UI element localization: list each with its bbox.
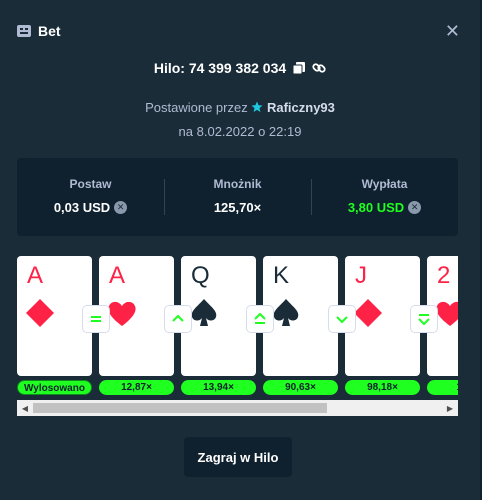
card-multiplier-badge: Wylosowano xyxy=(17,380,92,395)
card-multiplier-badge: 110 xyxy=(427,380,458,395)
ticket-icon xyxy=(17,25,31,37)
stat-bet-value: 0,03 USD ✕ xyxy=(53,200,128,215)
playing-card: Q xyxy=(181,256,256,376)
bet-id: Hilo: 74 399 382 034 xyxy=(153,60,287,76)
star-icon xyxy=(251,101,263,112)
modal-header: Bet ✕ xyxy=(16,20,460,42)
playing-card: J xyxy=(345,256,420,376)
bet-id-row: Hilo: 74 399 382 034 xyxy=(0,60,480,76)
diamond-icon xyxy=(26,299,54,327)
card-multiplier-badge: 90,63× xyxy=(263,380,338,395)
card-multiplier-badge: 98,18× xyxy=(345,380,420,395)
link-icon[interactable] xyxy=(312,61,326,75)
bet-stats: Postaw 0,03 USD ✕ Mnożnik 125,70× Wypłat… xyxy=(17,158,458,236)
spade-icon xyxy=(191,299,217,326)
card-rank: Q xyxy=(191,262,210,289)
stat-bet: Postaw 0,03 USD ✕ xyxy=(17,177,164,217)
scrollbar-thumb[interactable] xyxy=(33,403,327,413)
stat-payout: Wypłata 3,80 USD ✕ xyxy=(311,177,458,217)
close-icon[interactable]: ✕ xyxy=(445,22,460,40)
spade-icon xyxy=(273,299,299,326)
card-rank: A xyxy=(27,262,44,289)
diamond-icon xyxy=(354,299,382,327)
card-multiplier-badge: 12,87× xyxy=(99,380,174,395)
cards-row: A Wylosowano A 12,87× Q 13,94× K 90,63× J 98,18× 2… xyxy=(17,256,458,398)
card-rank: 2 xyxy=(437,262,451,289)
stat-bet-label: Postaw xyxy=(69,177,112,191)
payout-amount: 3,80 USD xyxy=(347,200,405,215)
play-hilo-button[interactable]: Zagraj w Hilo xyxy=(184,437,292,477)
username[interactable]: Raficzny93 xyxy=(267,100,335,115)
stat-multiplier-value: 125,70× xyxy=(213,200,262,215)
guess-lower-equal-icon xyxy=(411,306,437,332)
stat-payout-label: Wypłata xyxy=(361,177,408,191)
scroll-right-icon[interactable]: ▶ xyxy=(442,400,458,416)
guess-equal-icon xyxy=(83,306,109,332)
modal-title: Bet xyxy=(38,23,61,39)
playing-card: A xyxy=(99,256,174,376)
card-multiplier-badge: 13,94× xyxy=(181,380,256,395)
stat-multiplier-label: Mnożnik xyxy=(213,177,262,191)
stat-multiplier: Mnożnik 125,70× xyxy=(164,177,311,217)
heart-icon xyxy=(436,301,458,326)
scroll-left-icon[interactable]: ◀ xyxy=(17,400,33,416)
stat-payout-value: 3,80 USD ✕ xyxy=(347,200,422,215)
placed-by: Postawione przez Raficzny93 xyxy=(0,100,480,115)
guess-lower-icon xyxy=(329,306,355,332)
card-rank: K xyxy=(273,262,290,289)
bet-modal: Bet ✕ Hilo: 74 399 382 034 Postawione pr… xyxy=(0,0,482,500)
heart-icon xyxy=(108,301,136,326)
bet-date: na 8.02.2022 o 22:19 xyxy=(178,124,302,139)
bet-amount: 0,03 USD xyxy=(53,200,111,215)
currency-icon: ✕ xyxy=(408,201,422,214)
playing-card: A xyxy=(17,256,92,376)
card-rank: J xyxy=(355,262,367,289)
playing-card: K xyxy=(263,256,338,376)
guess-higher-equal-icon xyxy=(247,306,273,332)
currency-icon: ✕ xyxy=(114,201,128,214)
placed-by-label: Postawione przez xyxy=(145,100,248,115)
guess-higher-icon xyxy=(165,306,191,332)
copy-icon[interactable] xyxy=(292,61,306,75)
horizontal-scrollbar[interactable]: ◀ ▶ xyxy=(17,400,458,416)
card-rank: A xyxy=(109,262,126,289)
